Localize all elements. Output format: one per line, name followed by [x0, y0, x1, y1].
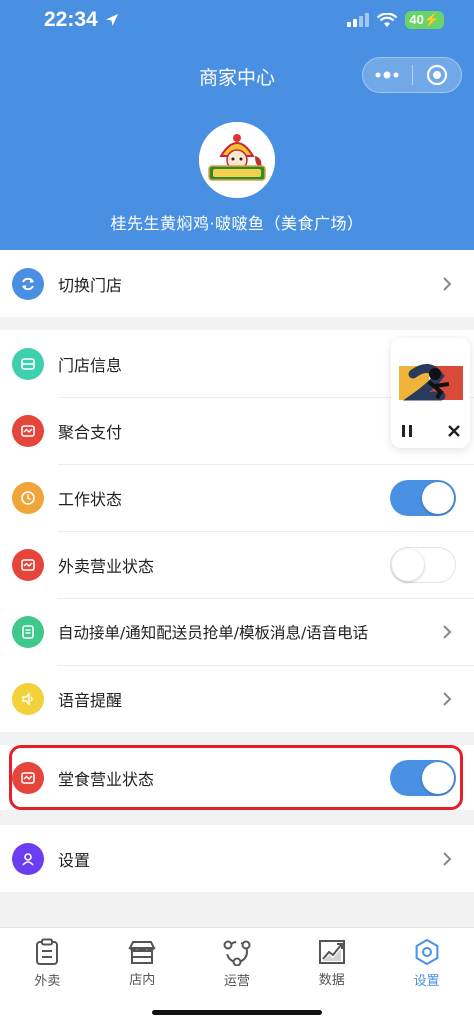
media-thumbnail-image	[399, 364, 463, 401]
tab-store[interactable]: 店内	[95, 928, 190, 998]
tab-label: 运营	[223, 973, 250, 989]
dinein-card: 堂食营业状态	[0, 745, 474, 810]
clipboard-icon	[36, 938, 59, 965]
work-status-toggle[interactable]	[390, 479, 456, 516]
location-arrow-icon	[105, 14, 118, 26]
takeout-status-toggle[interactable]	[390, 546, 456, 583]
switch-store-row[interactable]: 切换门店	[0, 250, 474, 317]
toggle-knob	[422, 481, 454, 514]
store-icon	[128, 940, 156, 964]
home-indicator	[152, 1010, 322, 1015]
chevron-right-icon	[443, 851, 452, 866]
speaker-icon	[12, 682, 44, 715]
settings-label: 设置	[58, 850, 91, 870]
clock-icon	[12, 481, 44, 514]
chevron-right-icon	[443, 691, 452, 706]
dinein-status-row: 堂食营业状态	[0, 745, 474, 810]
close-icon[interactable]	[447, 424, 461, 438]
status-time: 22:34	[44, 8, 98, 31]
network-icon	[223, 940, 251, 966]
takeout-status-icon	[12, 548, 44, 581]
chevron-right-icon	[443, 624, 452, 639]
auto-accept-label: 自动接单/通知配送员抢单/模板消息/语音电话	[58, 623, 369, 642]
cellular-signal-icon	[347, 13, 370, 27]
status-time-wrap: 22:34	[44, 8, 120, 32]
tab-label: 数据	[318, 972, 345, 988]
dinein-status-icon	[12, 761, 44, 794]
status-bar: 22:34 40⚡	[0, 0, 474, 40]
toggle-knob	[392, 548, 424, 581]
switch-store-card: 切换门店	[0, 250, 474, 317]
target-circle-icon	[426, 64, 447, 86]
status-icons: 40⚡	[347, 11, 444, 29]
battery-indicator: 40⚡	[405, 11, 444, 29]
settings-row[interactable]: 设置	[0, 825, 474, 892]
user-icon	[12, 842, 44, 875]
payment-icon	[12, 414, 44, 447]
wifi-icon	[377, 12, 398, 27]
store-logo	[199, 122, 275, 198]
floating-media-widget[interactable]	[391, 338, 470, 448]
chart-icon	[318, 939, 345, 964]
tab-operations[interactable]: 运营	[190, 928, 285, 998]
tab-settings[interactable]: 设置	[379, 928, 474, 998]
auto-accept-row[interactable]: 自动接单/通知配送员抢单/模板消息/语音电话	[0, 598, 474, 665]
dinein-status-toggle[interactable]	[390, 759, 456, 796]
switch-store-label: 切换门店	[58, 275, 123, 295]
toggle-knob	[422, 761, 454, 794]
voice-reminder-label: 语音提醒	[58, 690, 123, 710]
store-logo-image	[199, 122, 275, 198]
header: 22:34 40⚡ 商家中心 桂先生黄焖鸡·啵啵鱼（美食广场）	[0, 0, 474, 250]
tab-label: 店内	[129, 972, 156, 988]
tab-takeout[interactable]: 外卖	[0, 928, 95, 998]
store-name: 桂先生黄焖鸡·啵啵鱼（美食广场）	[110, 214, 364, 233]
tab-data[interactable]: 数据	[284, 928, 379, 998]
chevron-right-icon	[443, 276, 452, 291]
store-info-icon	[12, 347, 44, 380]
page-title: 商家中心	[198, 66, 275, 89]
battery-level: 40	[409, 12, 424, 27]
voice-reminder-row[interactable]: 语音提醒	[0, 665, 474, 732]
tab-label: 外卖	[34, 973, 61, 989]
close-miniprogram-button[interactable]	[413, 58, 462, 92]
document-icon	[12, 615, 44, 648]
gear-icon	[415, 938, 438, 965]
takeout-status-row: 外卖营业状态	[0, 531, 474, 598]
tab-label: 设置	[413, 973, 440, 989]
more-button[interactable]	[363, 58, 412, 92]
settings-link-card: 设置	[0, 825, 474, 892]
work-status-row: 工作状态	[0, 464, 474, 531]
more-dots-icon	[375, 71, 399, 79]
switch-icon	[12, 267, 44, 300]
miniprogram-capsule	[362, 57, 462, 93]
pause-icon[interactable]	[400, 424, 414, 438]
